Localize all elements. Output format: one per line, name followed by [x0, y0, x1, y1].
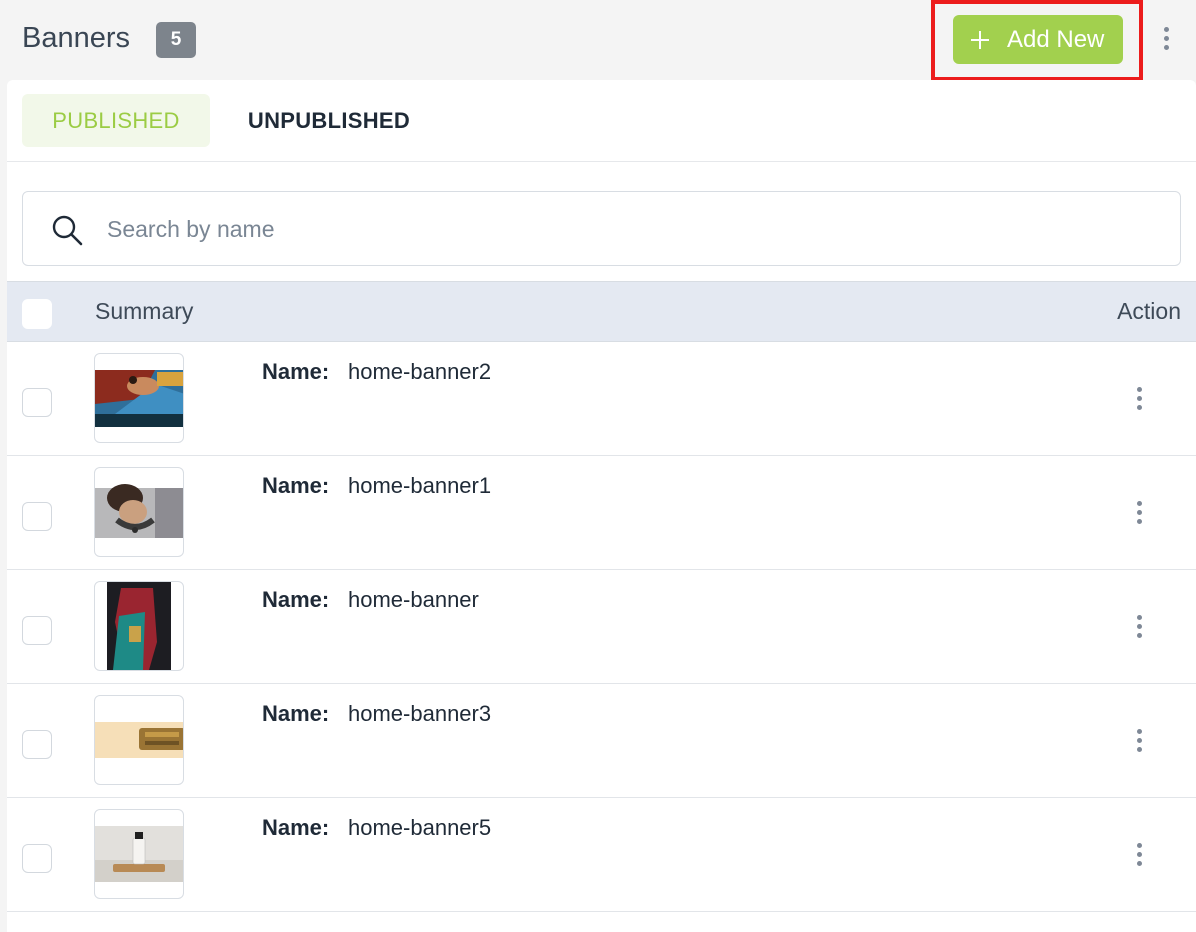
kebab-menu-icon[interactable] [1129, 612, 1149, 642]
row-checkbox[interactable] [22, 502, 52, 531]
add-new-button[interactable]: Add New [953, 15, 1123, 64]
page-title: Banners [22, 22, 131, 54]
row-checkbox[interactable] [22, 388, 52, 417]
count-badge: 5 [156, 22, 196, 58]
banner-name: home-banner1 [348, 473, 492, 498]
table-row: Name: home-banner2 [7, 342, 1196, 456]
table-header: Summary Action [7, 281, 1196, 342]
plus-icon [967, 27, 993, 53]
kebab-menu-icon[interactable] [1156, 24, 1176, 54]
name-label: Name: [262, 359, 330, 384]
banner-name: home-banner2 [348, 359, 492, 384]
add-new-label: Add New [1007, 25, 1105, 53]
banner-thumbnail [94, 467, 184, 557]
table-row: Name: home-banner5 [7, 798, 1196, 912]
tab-unpublished[interactable]: UNPUBLISHED [229, 94, 429, 147]
search-input[interactable] [107, 208, 1107, 250]
row-checkbox[interactable] [22, 844, 52, 873]
name-label: Name: [262, 815, 330, 840]
row-checkbox[interactable] [22, 730, 52, 759]
page-header: Banners 5 Add New [0, 0, 1196, 81]
row-checkbox[interactable] [22, 616, 52, 645]
column-action: Action [1117, 298, 1181, 324]
search-icon [52, 215, 83, 246]
kebab-menu-icon[interactable] [1129, 498, 1149, 528]
name-label: Name: [262, 473, 330, 498]
kebab-menu-icon[interactable] [1129, 726, 1149, 756]
banner-thumbnail [94, 353, 184, 443]
name-label: Name: [262, 587, 330, 612]
table-row: Name: home-banner1 [7, 456, 1196, 570]
table-row: Name: home-banner [7, 570, 1196, 684]
tab-bar: PUBLISHED UNPUBLISHED [7, 80, 1196, 162]
tab-published[interactable]: PUBLISHED [22, 94, 210, 147]
banner-thumbnail [94, 581, 184, 671]
banner-name: home-banner3 [348, 701, 492, 726]
banner-thumbnail [94, 695, 184, 785]
table-row: Name: home-banner3 [7, 684, 1196, 798]
column-summary: Summary [95, 298, 194, 324]
kebab-menu-icon[interactable] [1129, 384, 1149, 414]
select-all-checkbox[interactable] [22, 299, 52, 329]
banner-thumbnail [94, 809, 184, 899]
banner-name: home-banner5 [348, 815, 492, 840]
banner-list: Name: home-banner2 Name: home-banner1 Na… [7, 342, 1196, 912]
name-label: Name: [262, 701, 330, 726]
banner-name: home-banner [348, 587, 479, 612]
banners-card: PUBLISHED UNPUBLISHED Summary Action [7, 80, 1196, 932]
kebab-menu-icon[interactable] [1129, 840, 1149, 870]
search-box [22, 191, 1181, 266]
